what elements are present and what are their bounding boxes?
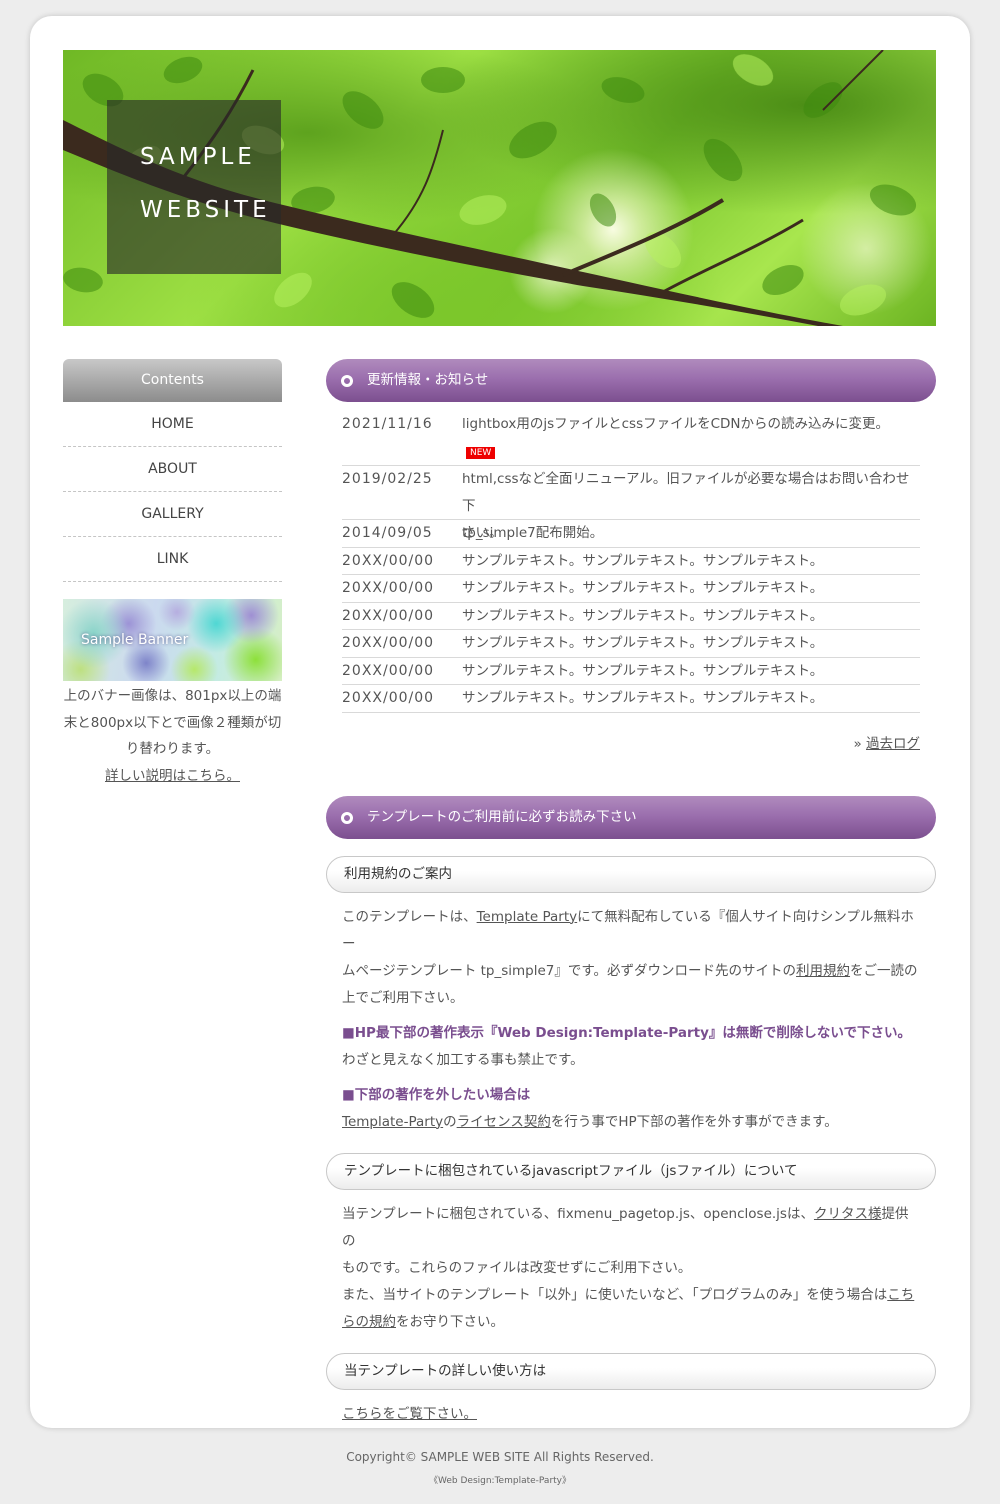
banner-note-line-1: 上のバナー画像は、801px以上の端: [63, 688, 282, 704]
kuritasu-link[interactable]: クリタス様: [814, 1206, 882, 1222]
news-row: 2014/09/05 tp_simple7配布開始。: [342, 520, 920, 548]
past-log-prefix: »: [853, 735, 866, 752]
sidebar: Contents HOME ABOUT GALLERY LINK Sample …: [63, 359, 282, 789]
page-container: SAMPLE WEBSITE Contents HOME ABOUT GALLE…: [30, 16, 970, 1428]
copyright-notice-text: わざと見えなく加工する事も禁止です。: [342, 1051, 584, 1068]
sidebar-item-about[interactable]: ABOUT: [63, 447, 282, 492]
past-log-link[interactable]: 過去ログ: [866, 736, 920, 752]
usage-link[interactable]: こちらをご覧下さい。: [342, 1406, 477, 1422]
license-link[interactable]: ライセンス契約: [457, 1114, 551, 1130]
remove-credit-paragraph: Template-Partyのライセンス契約を行う事でHP下部の著作を外す事がで…: [342, 1109, 920, 1136]
news-text: サンプルテキスト。サンプルテキスト。サンプルテキスト。: [462, 635, 824, 651]
ring-bullet-icon: [341, 375, 353, 387]
terms-paragraph: このテンプレートは、Template Partyにて無料配布している『個人サイト…: [342, 904, 920, 1012]
news-date: 20XX/00/00: [342, 635, 435, 651]
news-row: 20XX/00/00 サンプルテキスト。サンプルテキスト。サンプルテキスト。: [342, 685, 920, 713]
banner-text: Sample Banner: [81, 632, 189, 648]
news-row: 2021/11/16 lightbox用のjsファイルとcssファイルをCDNか…: [342, 411, 920, 466]
template-party-link-2[interactable]: Template-Party: [342, 1114, 443, 1130]
p3-text-a: の: [443, 1113, 457, 1130]
news-text-line: lightbox用のjsファイルとcssファイルをCDNからの読み込みに変更。: [462, 416, 890, 432]
sidebar-title: Contents: [63, 359, 282, 402]
news-row: 20XX/00/00 サンプルテキスト。サンプルテキスト。サンプルテキスト。: [342, 603, 920, 630]
terms-link[interactable]: 利用規約: [796, 963, 850, 979]
terms-heading: 利用規約のご案内: [326, 855, 936, 893]
remove-credit-heading: ■下部の著作を外したい場合は: [342, 1086, 531, 1103]
news-text: サンプルテキスト。サンプルテキスト。サンプルテキスト。: [462, 607, 824, 624]
news-section-title: 更新情報・お知らせ: [367, 372, 489, 388]
footer-credit-link[interactable]: 《Web Design:Template-Party》: [0, 1473, 1000, 1486]
news-date: 2014/09/05: [342, 525, 433, 541]
logo-line-1: SAMPLE: [140, 144, 256, 170]
news-text: tp_simple7配布開始。: [462, 525, 604, 541]
new-badge: NEW: [466, 447, 496, 459]
sidebar-item-link[interactable]: LINK: [63, 537, 282, 582]
template-party-link[interactable]: Template Party: [477, 909, 578, 925]
template-section-heading: テンプレートのご利用前に必ずお読み下さい: [326, 795, 936, 839]
main-content: 更新情報・お知らせ 2021/11/16 lightbox用のjsファイルとcs…: [326, 359, 936, 1428]
news-date: 20XX/00/00: [342, 690, 435, 706]
news-row: 20XX/00/00 サンプルテキスト。サンプルテキスト。サンプルテキスト。: [342, 630, 920, 658]
news-date: 20XX/00/00: [342, 552, 435, 569]
p3-text-b: を行う事でHP下部の著作を外す事ができます。: [550, 1113, 838, 1130]
copyright-notice-heading: ■HP最下部の著作表示『Web Design:Template-Party』は無…: [342, 1024, 911, 1041]
news-row: 20XX/00/00 サンプルテキスト。サンプルテキスト。サンプルテキスト。: [342, 658, 920, 685]
header-image: SAMPLE WEBSITE: [63, 50, 936, 326]
sidebar-item-gallery[interactable]: GALLERY: [63, 492, 282, 537]
p4-text-c: ものです。これらのファイルは改変せずにご利用下さい。: [342, 1259, 692, 1276]
p1-text-e: 上でご利用下さい。: [342, 989, 464, 1006]
p5-text-b: をお守り下さい。: [396, 1313, 504, 1330]
news-text-line: html,cssなど全面リニューアル。旧ファイルが必要な場合はお問い合わせ下: [462, 471, 910, 514]
p1-text-a: このテンプレートは、: [342, 908, 477, 925]
news-text: html,cssなど全面リニューアル。旧ファイルが必要な場合はお問い合わせ下 さ…: [462, 466, 920, 541]
news-list: 2021/11/16 lightbox用のjsファイルとcssファイルをCDNか…: [342, 411, 920, 713]
p5-text-a: また、当サイトのテンプレート「以外」に使いたいなど、「プログラムのみ」を使う場合…: [342, 1286, 888, 1303]
news-section-heading: 更新情報・お知らせ: [326, 359, 936, 402]
p1-text-c: ムページテンプレート tp_simple7』です。必ずダウンロード先のサイトの: [342, 962, 797, 979]
rules-link-part2[interactable]: らの規約: [342, 1314, 396, 1330]
news-text: サンプルテキスト。サンプルテキスト。サンプルテキスト。: [462, 552, 824, 569]
news-date: 20XX/00/00: [342, 580, 435, 596]
footer-copyright: Copyright© SAMPLE WEB SITE All Rights Re…: [346, 1450, 654, 1464]
usage-heading: 当テンプレートの詳しい使い方は: [326, 1352, 936, 1390]
p1-text-d: をご一読の: [850, 962, 918, 979]
news-date: 20XX/00/00: [342, 607, 435, 624]
news-row: 2019/02/25 html,cssなど全面リニューアル。旧ファイルが必要な場…: [342, 466, 920, 541]
usage-paragraph: こちらをご覧下さい。: [342, 1401, 920, 1428]
sample-banner[interactable]: Sample Banner: [63, 599, 282, 681]
js-files-heading: テンプレートに梱包されているjavascriptファイル（jsファイル）について: [326, 1152, 936, 1190]
news-text: サンプルテキスト。サンプルテキスト。サンプルテキスト。: [462, 690, 824, 706]
sidebar-item-home[interactable]: HOME: [63, 402, 282, 447]
p4-text-a: 当テンプレートに梱包されている、fixmenu_pagetop.js、openc…: [342, 1205, 814, 1222]
news-date: 20XX/00/00: [342, 662, 435, 679]
banner-note: 上のバナー画像は、801px以上の端 末と800px以下とで画像２種類が切 り替…: [63, 683, 282, 763]
news-text: サンプルテキスト。サンプルテキスト。サンプルテキスト。: [462, 662, 824, 679]
news-row: 20XX/00/00 サンプルテキスト。サンプルテキスト。サンプルテキスト。: [342, 575, 920, 603]
news-text: サンプルテキスト。サンプルテキスト。サンプルテキスト。: [462, 580, 824, 596]
logo-line-2: WEBSITE: [140, 197, 271, 223]
js-files-paragraph: 当テンプレートに梱包されている、fixmenu_pagetop.js、openc…: [342, 1201, 920, 1336]
news-date: 2021/11/16: [342, 416, 433, 432]
rules-link-part1[interactable]: こち: [887, 1287, 914, 1303]
banner-note-line-2: 末と800px以下とで画像２種類が切: [63, 714, 282, 731]
news-text: lightbox用のjsファイルとcssファイルをCDNからの読み込みに変更。 …: [462, 415, 920, 461]
news-row: 20XX/00/00 サンプルテキスト。サンプルテキスト。サンプルテキスト。: [342, 548, 920, 575]
past-log: » 過去ログ: [326, 732, 920, 752]
banner-details-link[interactable]: 詳しい説明はこちら。: [63, 763, 282, 789]
site-logo[interactable]: SAMPLE WEBSITE: [107, 100, 281, 274]
news-date: 2019/02/25: [342, 471, 433, 487]
template-section-title: テンプレートのご利用前に必ずお読み下さい: [367, 808, 637, 825]
ring-bullet-icon: [341, 811, 353, 824]
banner-note-line-3: り替わります。: [125, 741, 220, 757]
